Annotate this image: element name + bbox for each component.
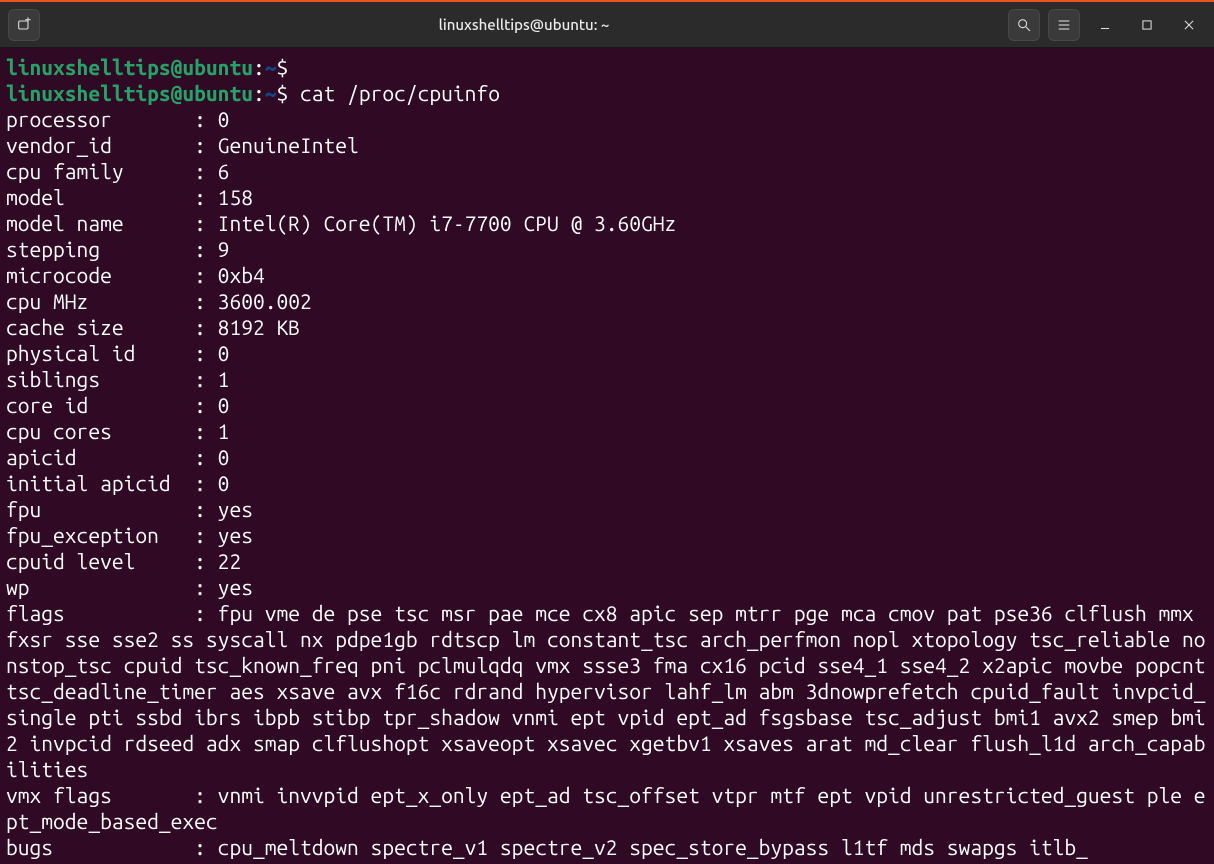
prompt-path: ~ <box>265 81 277 105</box>
cpuinfo-row: cpu family : 6 <box>6 158 1208 184</box>
cpuinfo-row: stepping : 9 <box>6 236 1208 262</box>
cpuinfo-row-long: vmx flags : vnmi invvpid ept_x_only ept_… <box>6 782 1208 834</box>
search-button[interactable] <box>1008 9 1040 41</box>
prompt-userhost: linuxshelltips@ubuntu <box>6 81 253 105</box>
maximize-button[interactable] <box>1130 9 1164 41</box>
prompt-line: linuxshelltips@ubuntu:~$ <box>6 54 1208 80</box>
menu-button[interactable] <box>1048 9 1080 41</box>
close-button[interactable] <box>1172 9 1206 41</box>
cpuinfo-row: model name : Intel(R) Core(TM) i7-7700 C… <box>6 210 1208 236</box>
cpuinfo-row: model : 158 <box>6 184 1208 210</box>
window-titlebar: linuxshelltips@ubuntu: ~ <box>0 0 1214 48</box>
cpuinfo-row: cpu MHz : 3600.002 <box>6 288 1208 314</box>
minimize-button[interactable] <box>1088 9 1122 41</box>
cpuinfo-row: physical id : 0 <box>6 340 1208 366</box>
cpuinfo-row: cpu cores : 1 <box>6 418 1208 444</box>
cpuinfo-row: wp : yes <box>6 574 1208 600</box>
window-title: linuxshelltips@ubuntu: ~ <box>40 16 1008 33</box>
cpuinfo-row: fpu_exception : yes <box>6 522 1208 548</box>
cpuinfo-row-long: flags : fpu vme de pse tsc msr pae mce c… <box>6 600 1208 782</box>
cpuinfo-row: initial apicid : 0 <box>6 470 1208 496</box>
cpuinfo-row: microcode : 0xb4 <box>6 262 1208 288</box>
cpuinfo-row: apicid : 0 <box>6 444 1208 470</box>
cpuinfo-row: vendor_id : GenuineIntel <box>6 132 1208 158</box>
prompt-line: linuxshelltips@ubuntu:~$ cat /proc/cpuin… <box>6 80 1208 106</box>
terminal-output[interactable]: linuxshelltips@ubuntu:~$ linuxshelltips@… <box>0 48 1214 864</box>
cpuinfo-row: cache size : 8192 KB <box>6 314 1208 340</box>
cpuinfo-row: siblings : 1 <box>6 366 1208 392</box>
cpuinfo-row: cpuid level : 22 <box>6 548 1208 574</box>
cpuinfo-row: core id : 0 <box>6 392 1208 418</box>
cpuinfo-row-long: bugs : cpu_meltdown spectre_v1 spectre_v… <box>6 834 1208 860</box>
prompt-userhost: linuxshelltips@ubuntu <box>6 55 253 79</box>
cpuinfo-row: processor : 0 <box>6 106 1208 132</box>
command-text: cat /proc/cpuinfo <box>300 81 500 105</box>
cpuinfo-row: fpu : yes <box>6 496 1208 522</box>
prompt-path: ~ <box>265 55 277 79</box>
new-tab-button[interactable] <box>8 9 40 41</box>
